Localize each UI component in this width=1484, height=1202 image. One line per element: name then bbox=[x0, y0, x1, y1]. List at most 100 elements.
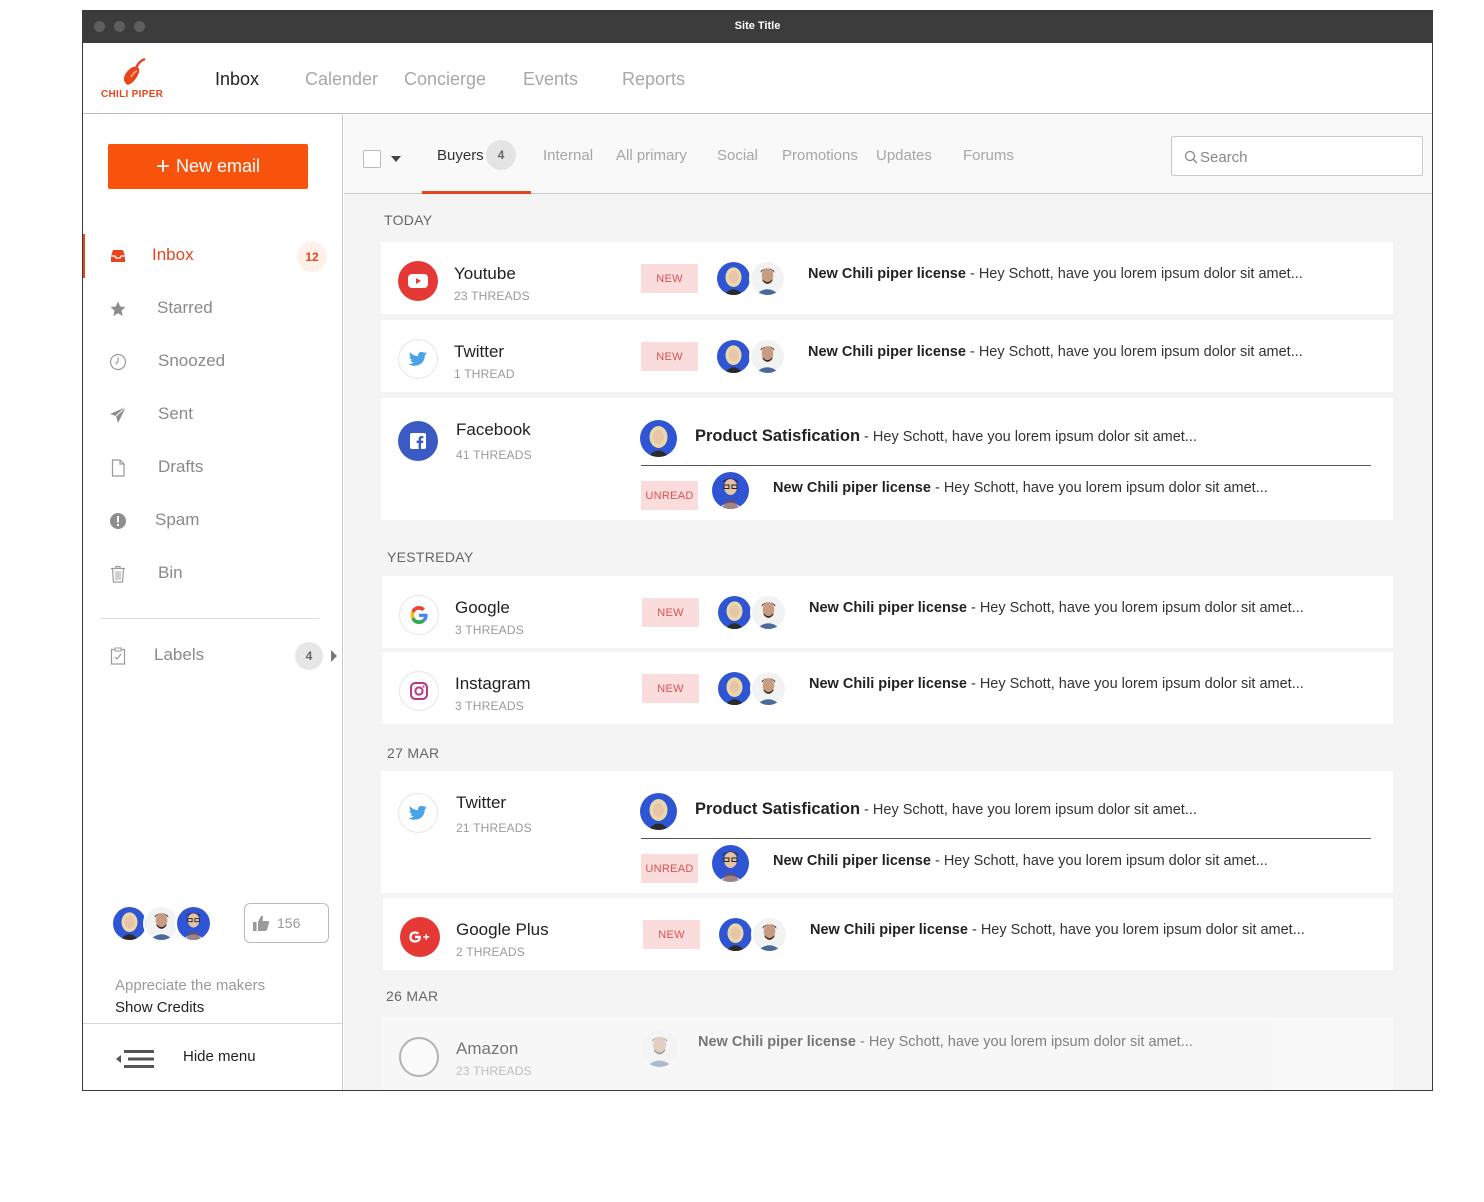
sidebar-item-labels[interactable]: Labels 4 bbox=[83, 634, 341, 678]
message-snippet: - Hey Schott, have you lorem ipsum dolor… bbox=[860, 429, 1197, 445]
message-subject: New Chili piper license bbox=[809, 600, 967, 616]
thread-divider bbox=[641, 465, 1371, 466]
nav-calender[interactable]: Calender bbox=[305, 69, 378, 90]
search-input[interactable] bbox=[1200, 147, 1410, 167]
search-box[interactable] bbox=[1171, 136, 1423, 176]
thread-count: 3 THREADS bbox=[455, 623, 524, 637]
sidebar-item-label: Bin bbox=[158, 563, 183, 582]
instagram-icon bbox=[399, 671, 439, 711]
message-subject: New Chili piper license bbox=[773, 480, 931, 496]
source-name: Instagram bbox=[455, 674, 531, 693]
avatar bbox=[716, 670, 753, 707]
nav-concierge[interactable]: Concierge bbox=[404, 69, 486, 90]
makers-avatars[interactable] bbox=[111, 905, 221, 945]
document-icon bbox=[111, 459, 125, 477]
brand-name: CHILI PIPER bbox=[101, 89, 164, 100]
message-preview: Product Satisfication - Hey Schott, have… bbox=[695, 427, 1197, 446]
sidebar-item-label: Starred bbox=[157, 298, 213, 317]
message-subject: New Chili piper license bbox=[809, 676, 967, 692]
sidebar-item-bin[interactable]: Bin bbox=[83, 552, 341, 596]
expand-arrow-icon[interactable] bbox=[331, 650, 337, 662]
source-name: Google Plus bbox=[456, 920, 549, 939]
tab-updates[interactable]: Updates bbox=[876, 147, 932, 164]
participant-avatars bbox=[715, 260, 787, 297]
avatar bbox=[750, 670, 787, 707]
like-count: 156 bbox=[277, 915, 301, 931]
title-bar: Site Title bbox=[83, 11, 1432, 43]
thread-row[interactable]: Youtube 23 THREADS NEW New Chili piper l… bbox=[381, 242, 1393, 314]
new-email-button[interactable]: + New email bbox=[108, 144, 308, 189]
thumbs-up-icon bbox=[253, 915, 270, 931]
active-tab-indicator bbox=[422, 191, 531, 194]
sidebar-item-snoozed[interactable]: Snoozed bbox=[83, 340, 341, 384]
message-subject: Product Satisfication bbox=[695, 800, 861, 818]
hide-menu-button[interactable]: Hide menu bbox=[83, 1024, 342, 1090]
thread-row-group[interactable]: Facebook 41 THREADS Product Satisficatio… bbox=[381, 398, 1393, 520]
unread-tag: UNREAD bbox=[641, 481, 698, 510]
message-preview: New Chili piper license - Hey Schott, ha… bbox=[808, 344, 1303, 360]
avatar bbox=[641, 1030, 678, 1067]
clock-icon bbox=[109, 353, 127, 371]
avatar bbox=[715, 260, 752, 297]
message-snippet: - Hey Schott, have you lorem ipsum dolor… bbox=[930, 480, 1268, 496]
thread-row[interactable]: Google Plus 2 THREADS NEW New Chili pipe… bbox=[383, 898, 1393, 970]
tab-all-primary[interactable]: All primary bbox=[616, 147, 687, 164]
chevron-down-icon[interactable] bbox=[391, 156, 401, 162]
sidebar-item-inbox[interactable]: Inbox 12 bbox=[83, 234, 341, 278]
plus-icon: + bbox=[155, 152, 170, 180]
avatar bbox=[715, 338, 752, 375]
avatar bbox=[175, 905, 212, 942]
thread-count: 21 THREADS bbox=[456, 821, 532, 835]
new-tag: NEW bbox=[641, 264, 698, 293]
thread-row[interactable]: Twitter 1 THREAD NEW New Chili piper lic… bbox=[381, 320, 1393, 392]
message-subject: New Chili piper license bbox=[698, 1034, 856, 1050]
select-all-checkbox[interactable] bbox=[363, 150, 381, 168]
thread-row[interactable]: Google 3 THREADS NEW New Chili piper lic… bbox=[382, 576, 1393, 648]
thread-row[interactable]: Instagram 3 THREADS NEW New Chili piper … bbox=[382, 652, 1393, 724]
sidebar-item-label: Inbox bbox=[152, 245, 194, 264]
message-preview: New Chili piper license - Hey Schott, ha… bbox=[698, 1034, 1193, 1050]
nav-inbox[interactable]: Inbox bbox=[215, 69, 259, 90]
sidebar-item-sent[interactable]: Sent bbox=[83, 393, 341, 437]
message-subject: New Chili piper license bbox=[810, 922, 968, 938]
search-icon bbox=[1184, 150, 1198, 164]
message-preview: New Chili piper license - Hey Schott, ha… bbox=[810, 922, 1305, 938]
participant-avatars bbox=[716, 670, 788, 707]
tab-internal[interactable]: Internal bbox=[543, 147, 593, 164]
thread-row-group[interactable]: Twitter 21 THREADS Product Satisfication… bbox=[381, 771, 1393, 893]
google-icon bbox=[399, 595, 439, 635]
avatar bbox=[640, 793, 677, 830]
new-tag: NEW bbox=[642, 598, 699, 627]
avatar bbox=[717, 916, 754, 953]
nav-events[interactable]: Events bbox=[523, 69, 578, 90]
section-yesterday: YESTREDAY bbox=[387, 549, 474, 565]
avatar bbox=[716, 594, 753, 631]
message-snippet: - Hey Schott, have you lorem ipsum dolor… bbox=[967, 922, 1305, 938]
avatar bbox=[751, 916, 788, 953]
chili-piper-logo[interactable]: CHILI PIPER bbox=[101, 55, 171, 103]
sidebar-item-starred[interactable]: Starred bbox=[83, 287, 341, 331]
new-tag: NEW bbox=[642, 674, 699, 703]
youtube-icon bbox=[398, 261, 438, 301]
unread-tag: UNREAD bbox=[641, 854, 698, 883]
nav-reports[interactable]: Reports bbox=[622, 69, 685, 90]
tab-promotions[interactable]: Promotions bbox=[782, 147, 858, 164]
chili-pepper-icon bbox=[123, 57, 146, 85]
show-credits-link[interactable]: Show Credits bbox=[115, 999, 204, 1016]
top-navigation: CHILI PIPER Inbox Calender Concierge Eve… bbox=[83, 43, 1432, 114]
thread-row[interactable]: Amazon 23 THREADS New Chili piper licens… bbox=[381, 1017, 1393, 1090]
thread-count: 23 THREADS bbox=[456, 1064, 532, 1078]
sidebar-item-label: Sent bbox=[158, 404, 193, 423]
message-subject: New Chili piper license bbox=[808, 344, 966, 360]
inbox-icon bbox=[111, 250, 125, 262]
appreciate-text: Appreciate the makers bbox=[115, 977, 266, 994]
like-button[interactable]: 156 bbox=[244, 903, 329, 943]
tab-forums[interactable]: Forums bbox=[963, 147, 1014, 164]
message-snippet: - Hey Schott, have you lorem ipsum dolor… bbox=[965, 344, 1303, 360]
tab-social[interactable]: Social bbox=[717, 147, 758, 164]
sidebar-item-drafts[interactable]: Drafts bbox=[83, 446, 341, 490]
participant-avatars bbox=[715, 338, 787, 375]
sidebar-item-spam[interactable]: Spam bbox=[83, 499, 341, 543]
avatar bbox=[750, 594, 787, 631]
tab-buyers[interactable]: Buyers bbox=[437, 147, 484, 164]
